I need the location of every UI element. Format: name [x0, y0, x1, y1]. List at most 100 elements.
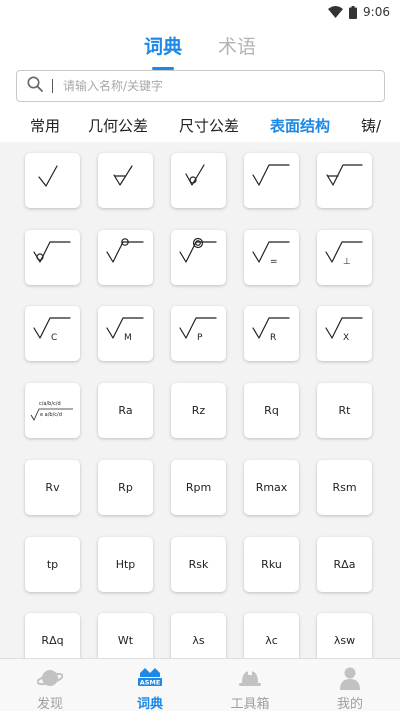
- symbol-label: Rv: [45, 481, 60, 494]
- symbol-card-lay-x[interactable]: X: [317, 306, 372, 361]
- nav-item-1[interactable]: ASME 词典: [100, 659, 200, 711]
- symbol-card-surface-basic[interactable]: [25, 153, 80, 208]
- nav-label: 我的: [336, 697, 363, 711]
- symbol-label: Rsk: [188, 558, 209, 571]
- category-tab-4[interactable]: 铸/: [361, 115, 381, 136]
- lay-c-icon: C: [33, 317, 71, 343]
- surface-all-around-icon: [106, 238, 144, 263]
- header-tabs: 词典 术语: [0, 28, 400, 64]
- symbol-label: Ra: [118, 404, 133, 417]
- symbol-card-Rsm[interactable]: Rsm: [317, 460, 372, 515]
- symbol-card-Rv[interactable]: Rv: [25, 460, 80, 515]
- symbol-label: λc: [265, 634, 278, 647]
- symbol-label: RΔa: [333, 558, 356, 571]
- symbol-label: Wt: [117, 634, 134, 647]
- symbol-card-Htp[interactable]: Htp: [98, 537, 153, 592]
- surface-extended-triangle-icon: [326, 164, 363, 186]
- symbol-card-Rz[interactable]: Rz: [171, 383, 226, 438]
- header-tab-0[interactable]: 词典: [144, 28, 182, 64]
- symbol-card-Ra[interactable]: Ra: [98, 383, 153, 438]
- symbol-card-Rku[interactable]: Rku: [244, 537, 299, 592]
- symbol-card-surface-extended[interactable]: [244, 153, 299, 208]
- lay-p-icon: P: [179, 317, 217, 343]
- svg-text:X: X: [343, 333, 349, 343]
- symbol-card-lay-p[interactable]: P: [171, 306, 226, 361]
- symbol-card-surface-annotation-template[interactable]: c/a/b/c/d e a/b/c/d: [25, 383, 80, 438]
- surface-annotation-template-icon: c/a/b/c/d e a/b/c/d: [30, 401, 73, 421]
- symbol-label: Rz: [191, 404, 206, 417]
- symbol-card-surface-no-removal-circle[interactable]: [171, 153, 226, 208]
- symbol-card-RΔa[interactable]: RΔa: [317, 537, 372, 592]
- symbol-label: Rku: [261, 558, 282, 571]
- category-tab-1[interactable]: 几何公差: [88, 115, 148, 136]
- category-tabs: 常用 几何公差 尺寸公差 表面结构 铸/: [0, 112, 400, 138]
- symbol-card-RΔq[interactable]: RΔq: [25, 613, 80, 658]
- surface-all-around-double-icon: [179, 237, 217, 263]
- symbol-card-surface-all-around[interactable]: [98, 230, 153, 285]
- nav-item-0[interactable]: 发现: [0, 659, 100, 711]
- nav-label: 工具箱: [230, 697, 270, 711]
- symbol-label: Rsm: [332, 481, 357, 494]
- surface-basic-icon: [38, 165, 58, 187]
- header-tab-1[interactable]: 术语: [218, 28, 256, 64]
- symbol-label: RΔq: [41, 634, 64, 647]
- symbol-label: tp: [46, 558, 59, 571]
- svg-text:⊥: ⊥: [343, 257, 351, 267]
- symbol-label: Rpm: [185, 481, 212, 494]
- svg-text:P: P: [197, 333, 203, 343]
- svg-text:c/a/b/c/d: c/a/b/c/d: [39, 401, 61, 407]
- surface-extended-icon: [252, 164, 290, 186]
- symbol-label: Rt: [338, 404, 351, 417]
- symbol-card-Rq[interactable]: Rq: [244, 383, 299, 438]
- svg-text:e a/b/c/d: e a/b/c/d: [40, 412, 62, 418]
- surface-extended-circle-icon: [33, 241, 71, 263]
- symbol-card-Wt[interactable]: Wt: [98, 613, 153, 658]
- search-box[interactable]: [16, 70, 385, 102]
- category-tab-3[interactable]: 表面结构: [270, 115, 330, 136]
- symbol-card-λsw[interactable]: λsw: [317, 613, 372, 658]
- search-input[interactable]: [63, 79, 333, 93]
- symbol-label: Rmax: [255, 481, 288, 494]
- symbol-card-Rt[interactable]: Rt: [317, 383, 372, 438]
- symbol-card-lay-m[interactable]: M: [98, 306, 153, 361]
- svg-text:C: C: [51, 333, 57, 343]
- symbol-card-λc[interactable]: λc: [244, 613, 299, 658]
- asme-icon: ASME: [137, 665, 163, 691]
- planet-icon: [37, 665, 63, 691]
- symbol-grid: = ⊥ C M P R Xc/a/b/c/d e a/b/c/d Ra Rz Rq Rt Rv Rp Rpm…: [0, 142, 400, 658]
- symbol-card-surface-removal-triangle[interactable]: [98, 153, 153, 208]
- lay-perpendicular-icon: ⊥: [325, 241, 363, 267]
- symbol-card-lay-perpendicular[interactable]: ⊥: [317, 230, 372, 285]
- lay-parallel-icon: =: [252, 241, 290, 267]
- bottom-nav: 发现 ASME 词典 工具箱 我的: [0, 658, 400, 711]
- symbol-card-lay-c[interactable]: C: [25, 306, 80, 361]
- category-tab-2[interactable]: 尺寸公差: [179, 115, 239, 136]
- symbol-card-Rmax[interactable]: Rmax: [244, 460, 299, 515]
- symbol-card-surface-extended-circle[interactable]: [25, 230, 80, 285]
- symbol-card-lay-r[interactable]: R: [244, 306, 299, 361]
- nav-item-2[interactable]: 工具箱: [200, 659, 300, 711]
- lay-x-icon: X: [325, 317, 363, 343]
- nav-label: 词典: [136, 697, 163, 711]
- symbol-label: Rq: [264, 404, 279, 417]
- lay-m-icon: M: [106, 317, 144, 343]
- status-time: 9:06: [363, 5, 390, 19]
- symbol-card-tp[interactable]: tp: [25, 537, 80, 592]
- nav-item-3[interactable]: 我的: [300, 659, 400, 711]
- symbol-card-surface-extended-triangle[interactable]: [317, 153, 372, 208]
- user-icon: [337, 665, 363, 691]
- symbol-card-lay-parallel[interactable]: =: [244, 230, 299, 285]
- search-cursor: [52, 79, 53, 93]
- symbol-label: Rp: [118, 481, 133, 494]
- surface-removal-triangle-icon: [113, 165, 133, 186]
- symbol-card-Rpm[interactable]: Rpm: [171, 460, 226, 515]
- category-tab-0[interactable]: 常用: [30, 115, 60, 136]
- status-bar: 9:06: [0, 0, 400, 24]
- symbol-card-Rsk[interactable]: Rsk: [171, 537, 226, 592]
- wifi-icon: [328, 6, 344, 18]
- surface-no-removal-circle-icon: [185, 164, 205, 186]
- symbol-card-surface-all-around-double[interactable]: [171, 230, 226, 285]
- symbol-card-Rp[interactable]: Rp: [98, 460, 153, 515]
- symbol-card-λs[interactable]: λs: [171, 613, 226, 658]
- nav-label: 发现: [36, 697, 63, 711]
